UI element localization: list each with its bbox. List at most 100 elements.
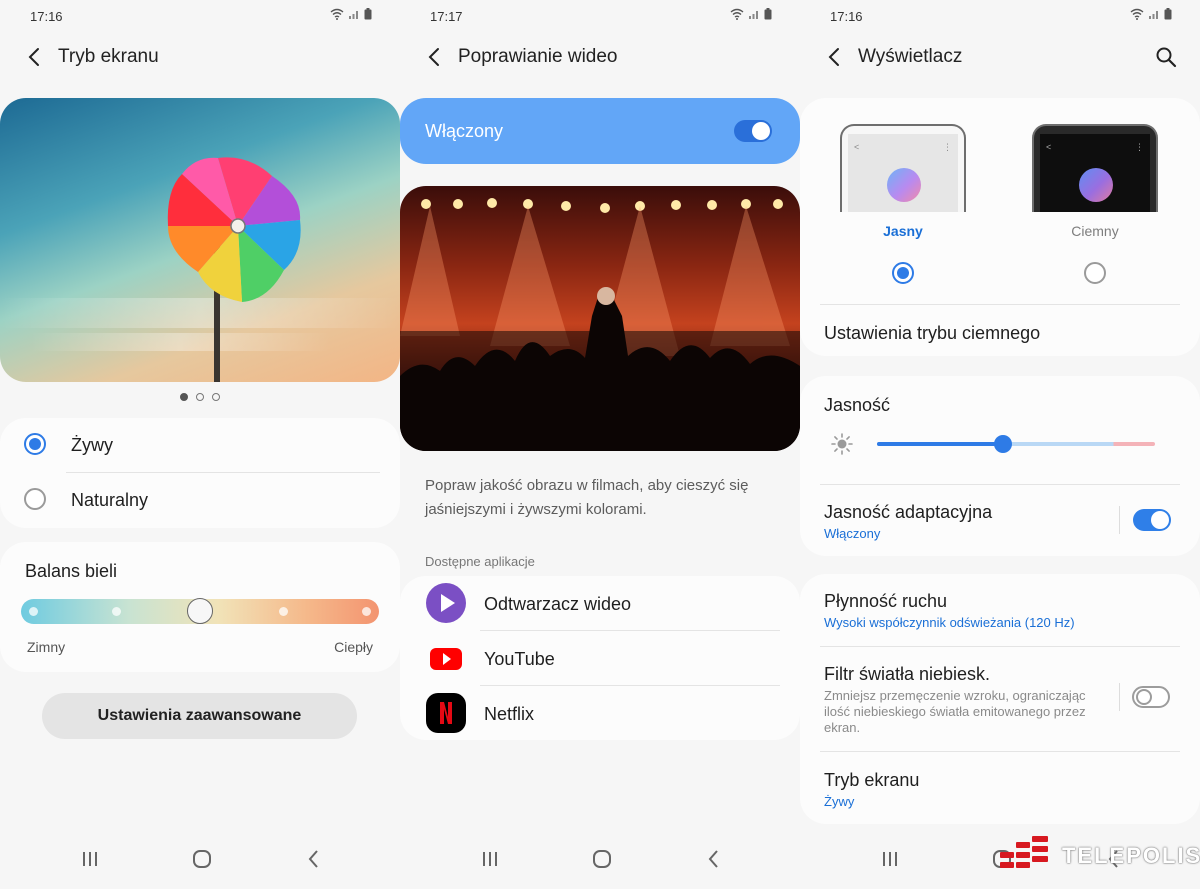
concert-crowd-illustration bbox=[400, 198, 800, 451]
light-theme-option[interactable]: < ⋮ Jasny bbox=[838, 124, 968, 314]
status-time: 17:17 bbox=[430, 9, 463, 24]
status-time: 17:16 bbox=[30, 9, 63, 24]
recent-apps-icon[interactable] bbox=[878, 847, 902, 871]
available-apps-card: Odtwarzacz wideo YouTube Netflix bbox=[400, 576, 800, 740]
display-options-card: Płynność ruchu Wysoki współczynnik odświ… bbox=[800, 574, 1200, 824]
adaptive-brightness-status: Włączony bbox=[824, 526, 881, 541]
status-icons bbox=[330, 8, 372, 20]
display-settings-screen: 17:16 Wyświetlacz < ⋮ Jasny < ⋮ Ciemny U… bbox=[800, 0, 1200, 889]
wifi-icon bbox=[330, 8, 344, 20]
home-icon[interactable] bbox=[190, 847, 214, 871]
brightness-slider[interactable] bbox=[877, 435, 1155, 453]
search-icon[interactable] bbox=[1154, 45, 1178, 69]
back-arrow-icon[interactable] bbox=[424, 46, 446, 68]
brightness-thumb[interactable] bbox=[994, 435, 1012, 453]
page-title: Wyświetlacz bbox=[858, 46, 963, 67]
signal-icon bbox=[349, 11, 358, 19]
concert-preview-image bbox=[400, 186, 800, 451]
light-theme-radio[interactable] bbox=[892, 262, 914, 284]
wifi-icon bbox=[730, 8, 744, 20]
app-name: Odtwarzacz wideo bbox=[484, 594, 632, 614]
white-balance-thumb[interactable] bbox=[187, 598, 213, 624]
page-title: Poprawianie wideo bbox=[458, 46, 618, 67]
app-row-video-player[interactable]: Odtwarzacz wideo bbox=[400, 576, 800, 631]
brightness-slider-fill bbox=[877, 442, 1003, 446]
page-title: Tryb ekranu bbox=[58, 46, 159, 67]
status-bar: 17:17 bbox=[400, 0, 800, 32]
screen-mode-value: Żywy bbox=[824, 794, 855, 809]
telepolis-watermark: TELEPOLIS bbox=[996, 832, 1200, 878]
status-icons bbox=[1130, 8, 1172, 20]
dark-theme-radio[interactable] bbox=[1084, 262, 1106, 284]
video-enhancer-screen: 17:17 Poprawianie wideo Włączony Popraw … bbox=[400, 0, 800, 889]
telepolis-wordmark: TELEPOLIS bbox=[1062, 843, 1200, 868]
back-arrow-icon[interactable] bbox=[824, 46, 846, 68]
light-theme-preview: < ⋮ bbox=[840, 124, 966, 212]
signal-icon bbox=[1149, 11, 1158, 19]
app-bar: Poprawianie wideo bbox=[400, 40, 800, 76]
back-nav-icon[interactable] bbox=[302, 847, 326, 871]
app-name: Netflix bbox=[484, 704, 535, 724]
blue-light-filter-item[interactable]: Filtr światła niebiesk. Zmniejsz przemęc… bbox=[800, 647, 1200, 751]
app-bar: Wyświetlacz bbox=[800, 40, 1200, 76]
signal-icon bbox=[749, 11, 758, 19]
mode-options-card: Żywy Naturalny bbox=[0, 418, 400, 528]
warm-label: Ciepły bbox=[334, 639, 373, 655]
carousel-dot-2[interactable] bbox=[196, 393, 204, 401]
carousel-dot-1[interactable] bbox=[180, 393, 188, 401]
white-balance-slider[interactable] bbox=[21, 598, 379, 624]
cold-label: Zimny bbox=[27, 639, 66, 655]
dark-theme-label: Ciemny bbox=[1071, 223, 1119, 239]
adaptive-brightness-item[interactable]: Jasność adaptacyjna Włączony bbox=[800, 484, 1200, 556]
recent-apps-icon[interactable] bbox=[78, 847, 102, 871]
light-theme-label: Jasny bbox=[883, 223, 923, 239]
youtube-icon bbox=[426, 638, 466, 678]
natural-radio[interactable] bbox=[24, 488, 46, 510]
motion-smoothness-item[interactable]: Płynność ruchu Wysoki współczynnik odświ… bbox=[800, 574, 1200, 646]
theme-card: < ⋮ Jasny < ⋮ Ciemny Ustawienia trybu ci… bbox=[800, 98, 1200, 356]
master-switch-label: Włączony bbox=[425, 121, 504, 141]
adaptive-brightness-label: Jasność adaptacyjna bbox=[824, 502, 993, 522]
app-name: YouTube bbox=[484, 649, 555, 669]
natural-label: Naturalny bbox=[71, 490, 149, 510]
back-nav-icon[interactable] bbox=[702, 847, 726, 871]
master-toggle[interactable] bbox=[734, 120, 772, 142]
home-icon[interactable] bbox=[590, 847, 614, 871]
status-bar: 17:16 bbox=[0, 0, 400, 32]
mode-option-vivid[interactable]: Żywy bbox=[0, 418, 400, 473]
brightness-card: Jasność Jasność adaptacyjna Włączony bbox=[800, 376, 1200, 556]
dark-mode-settings-item[interactable]: Ustawienia trybu ciemnego bbox=[824, 323, 1040, 344]
mode-option-natural[interactable]: Naturalny bbox=[0, 473, 400, 528]
vivid-label: Żywy bbox=[71, 435, 113, 455]
app-row-youtube[interactable]: YouTube bbox=[400, 631, 800, 686]
advanced-settings-button[interactable]: Ustawienia zaawansowane bbox=[42, 693, 357, 739]
advanced-settings-label: Ustawienia zaawansowane bbox=[97, 707, 302, 724]
back-arrow-icon[interactable] bbox=[24, 46, 46, 68]
app-row-netflix[interactable]: Netflix bbox=[400, 686, 800, 740]
apps-section-header: Dostępne aplikacje bbox=[425, 554, 535, 569]
navigation-bar bbox=[0, 829, 400, 889]
screen-mode-preview-image[interactable] bbox=[0, 98, 400, 382]
pinwheel-illustration bbox=[0, 157, 400, 382]
divider bbox=[820, 304, 1180, 305]
adaptive-brightness-toggle[interactable] bbox=[1133, 509, 1171, 531]
navigation-bar bbox=[400, 829, 800, 889]
netflix-icon bbox=[426, 693, 466, 733]
screen-mode-item[interactable]: Tryb ekranu Żywy bbox=[800, 752, 1200, 824]
screen-mode-label: Tryb ekranu bbox=[824, 770, 920, 790]
blue-light-filter-label: Filtr światła niebiesk. bbox=[824, 664, 991, 684]
recent-apps-icon[interactable] bbox=[478, 847, 502, 871]
vivid-radio[interactable] bbox=[24, 433, 46, 455]
brightness-title: Jasność bbox=[824, 395, 891, 415]
master-switch-bar[interactable]: Włączony bbox=[400, 98, 800, 164]
carousel-dot-3[interactable] bbox=[212, 393, 220, 401]
white-balance-card: Balans bieli Zimny Ciepły bbox=[0, 542, 400, 672]
status-bar: 17:16 bbox=[800, 0, 1200, 32]
battery-icon bbox=[1164, 8, 1172, 20]
sun-icon bbox=[831, 433, 853, 455]
dark-theme-option[interactable]: < ⋮ Ciemny bbox=[1030, 124, 1160, 314]
feature-description: Popraw jakość obrazu w filmach, aby cies… bbox=[425, 477, 749, 518]
screen-mode-screen: 17:16 Tryb ekranu Żywy Naturalny Balans … bbox=[0, 0, 400, 889]
blue-light-filter-toggle[interactable] bbox=[1132, 686, 1170, 708]
battery-icon bbox=[764, 8, 772, 20]
